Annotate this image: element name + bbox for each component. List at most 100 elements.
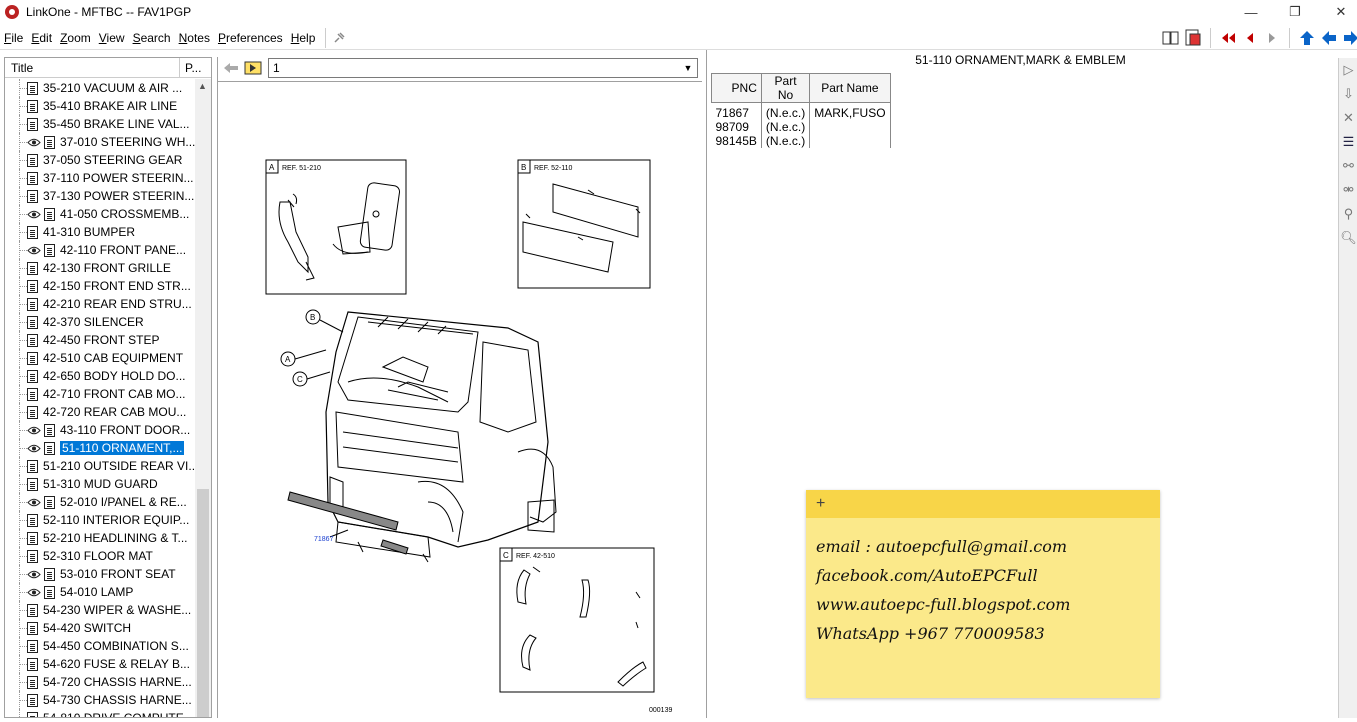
inset-a[interactable]: A REF. 51-210 [265, 159, 407, 295]
tree-item[interactable]: 42-130 FRONT GRILLE [5, 259, 195, 277]
next-page-button[interactable] [1261, 28, 1283, 48]
menu-zoom[interactable]: Zoom [56, 31, 95, 45]
tree-item-label: 54-010 LAMP [60, 585, 134, 599]
previous-page-button[interactable] [1239, 28, 1261, 48]
tree-item[interactable]: 52-010 I/PANEL & RE... [5, 493, 195, 511]
pnc-callout[interactable]: 71867 [314, 536, 334, 543]
binoculars-icon[interactable]: ⚲ [1339, 202, 1357, 226]
tree-connector-h [19, 574, 27, 575]
previous-view-icon[interactable] [222, 61, 240, 75]
scroll-up-icon[interactable]: ▲ [198, 81, 207, 91]
menu-notes[interactable]: Notes [175, 31, 214, 45]
tree-item[interactable]: 41-050 CROSSMEMB... [5, 205, 195, 223]
table-row[interactable]: 98709 (N.e.c.) [711, 120, 1332, 134]
forward-button[interactable] [1340, 28, 1357, 48]
tree-item[interactable]: 54-730 CHASSIS HARNE... [5, 691, 195, 709]
tree-item[interactable]: 41-310 BUMPER [5, 223, 195, 241]
menu-search[interactable]: Search [129, 31, 175, 45]
close-button[interactable]: ✕ [1318, 0, 1357, 24]
tree-item[interactable]: 42-150 FRONT END STR... [5, 277, 195, 295]
tree-connector-h [19, 664, 27, 665]
tree-connector-h [19, 484, 27, 485]
parts-drawing[interactable]: A REF. 51-210 B REF. 52-110 C REF. 42-51… [218, 81, 702, 718]
tree-item[interactable]: 52-110 INTERIOR EQUIP... [5, 511, 195, 529]
up-button[interactable] [1296, 28, 1318, 48]
document-icon [27, 225, 38, 239]
tree-scrollbar[interactable]: ▲ [195, 79, 211, 717]
tree-item[interactable]: 43-110 FRONT DOOR... [5, 421, 195, 439]
pin-icon[interactable] [332, 31, 346, 45]
menu-help[interactable]: Help [287, 31, 320, 45]
tree-item[interactable]: 37-110 POWER STEERIN... [5, 169, 195, 187]
page-select[interactable]: 1 ▼ [268, 58, 698, 78]
tree-item[interactable]: 54-810 DRIVE COMPUTE... [5, 709, 195, 717]
tree-item[interactable]: 42-650 BODY HOLD DO... [5, 367, 195, 385]
tree-item[interactable]: 42-110 FRONT PANE... [5, 241, 195, 259]
unlink-icon[interactable]: ⚮ [1339, 178, 1357, 202]
tree-column-title[interactable]: Title [5, 58, 180, 77]
list-icon[interactable]: ☰ [1339, 130, 1357, 154]
tree-item[interactable]: 42-450 FRONT STEP [5, 331, 195, 349]
tree-item[interactable]: 54-720 CHASSIS HARNE... [5, 673, 195, 691]
book-button[interactable] [1160, 28, 1182, 48]
chevron-down-icon[interactable]: ▼ [681, 60, 695, 76]
scrollbar-thumb[interactable] [197, 489, 209, 717]
tree-item[interactable]: 35-450 BRAKE LINE VAL... [5, 115, 195, 133]
document-icon [27, 171, 38, 185]
restore-button[interactable]: ❐ [1272, 0, 1318, 24]
parts-illustration[interactable]: A REF. 51-210 B REF. 52-110 C REF. 42-51… [218, 82, 702, 719]
tree-item[interactable]: 54-450 COMBINATION S... [5, 637, 195, 655]
menu-view[interactable]: View [95, 31, 129, 45]
tree-item[interactable]: 51-310 MUD GUARD [5, 475, 195, 493]
back-button[interactable] [1318, 28, 1340, 48]
add-note-icon[interactable]: + [816, 495, 825, 513]
magnifier-icon[interactable]: 🔍︎ [1339, 226, 1357, 250]
play-icon[interactable]: ▷ [1339, 58, 1357, 82]
document-icon [27, 693, 38, 707]
tree-connector-h [19, 358, 27, 359]
minimize-button[interactable]: — [1228, 0, 1274, 24]
tree-item[interactable]: 37-130 POWER STEERIN... [5, 187, 195, 205]
tree-item[interactable]: 53-010 FRONT SEAT [5, 565, 195, 583]
tree-item[interactable]: 37-010 STEERING WH... [5, 133, 195, 151]
menu-file[interactable]: File [0, 31, 27, 45]
close-icon[interactable]: ✕ [1339, 106, 1357, 130]
tree-item[interactable]: 35-210 VACUUM & AIR ... [5, 79, 195, 97]
tree-item[interactable]: 42-720 REAR CAB MOU... [5, 403, 195, 421]
arrow-down-icon[interactable]: ⇩ [1339, 82, 1357, 106]
tree-item[interactable]: 42-710 FRONT CAB MO... [5, 385, 195, 403]
table-row[interactable]: 71867 (N.e.c.) MARK,FUSO [711, 102, 1332, 120]
truck-cab-drawing[interactable]: B A C 71867 [280, 309, 557, 563]
tree-item[interactable]: 51-210 OUTSIDE REAR VI... [5, 457, 198, 475]
tree-item[interactable]: 42-210 REAR END STRU... [5, 295, 195, 313]
tree-item[interactable]: 42-510 CAB EQUIPMENT [5, 349, 195, 367]
table-row[interactable]: 98145B (N.e.c.) [711, 134, 1332, 148]
next-view-icon[interactable] [244, 61, 262, 75]
first-page-button[interactable] [1217, 28, 1239, 48]
tree-item[interactable]: 54-420 SWITCH [5, 619, 195, 637]
tree-item[interactable]: 54-620 FUSE & RELAY B... [5, 655, 195, 673]
menu-bar: File Edit Zoom View Search Notes Prefere… [0, 26, 1357, 50]
tree-item[interactable]: 54-230 WIPER & WASHE... [5, 601, 195, 619]
inset-c[interactable]: C REF. 42-510 [499, 547, 655, 693]
tree-item[interactable]: 52-210 HEADLINING & T... [5, 529, 195, 547]
menu-preferences[interactable]: Preferences [214, 31, 287, 45]
column-part-no[interactable]: Part No [760, 73, 811, 103]
tree-item[interactable]: 51-110 ORNAMENT,... [5, 439, 195, 457]
tree-item[interactable]: 54-010 LAMP [5, 583, 195, 601]
tree-item[interactable]: 52-310 FLOOR MAT [5, 547, 195, 565]
tree-item[interactable]: 35-410 BRAKE AIR LINE [5, 97, 195, 115]
sticky-note[interactable]: + email : autoepcfull@gmail.com facebook… [806, 490, 1160, 698]
inset-b[interactable]: B REF. 52-110 [517, 159, 651, 289]
tree-item[interactable]: 37-050 STEERING GEAR [5, 151, 195, 169]
link-icon[interactable]: ⚯ [1339, 154, 1357, 178]
cell-pnc: 71867 [711, 102, 762, 120]
notes-button[interactable] [1182, 28, 1204, 48]
document-icon [27, 297, 38, 311]
tree-item[interactable]: 42-370 SILENCER [5, 313, 195, 331]
menu-edit[interactable]: Edit [27, 31, 56, 45]
column-part-name[interactable]: Part Name [809, 73, 891, 103]
column-pnc[interactable]: PNC [711, 73, 762, 103]
tree-column-page[interactable]: P... [180, 58, 201, 77]
tree-item-label: 54-450 COMBINATION S... [43, 639, 189, 653]
